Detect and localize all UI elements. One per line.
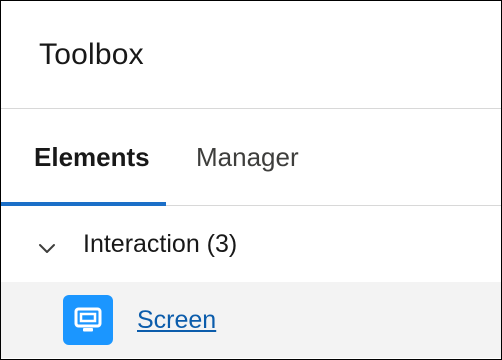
toolbox-panel: Toolbox Elements Manager Interaction (3)… xyxy=(0,0,502,360)
section-label: Interaction (3) xyxy=(83,229,238,258)
panel-title: Toolbox xyxy=(39,37,144,71)
toolbox-header: Toolbox xyxy=(1,1,501,109)
tab-bar: Elements Manager xyxy=(1,109,501,206)
tab-elements-label: Elements xyxy=(34,141,150,172)
screen-icon xyxy=(63,295,113,345)
tab-manager[interactable]: Manager xyxy=(166,109,299,205)
tab-manager-label: Manager xyxy=(196,141,299,172)
chevron-down-icon xyxy=(39,244,55,253)
item-link-screen[interactable]: Screen xyxy=(137,306,216,335)
list-item-screen[interactable]: Screen xyxy=(1,282,501,358)
active-tab-indicator xyxy=(1,202,166,206)
tab-elements[interactable]: Elements xyxy=(1,109,166,206)
section-interaction-toggle[interactable]: Interaction (3) xyxy=(1,206,501,282)
